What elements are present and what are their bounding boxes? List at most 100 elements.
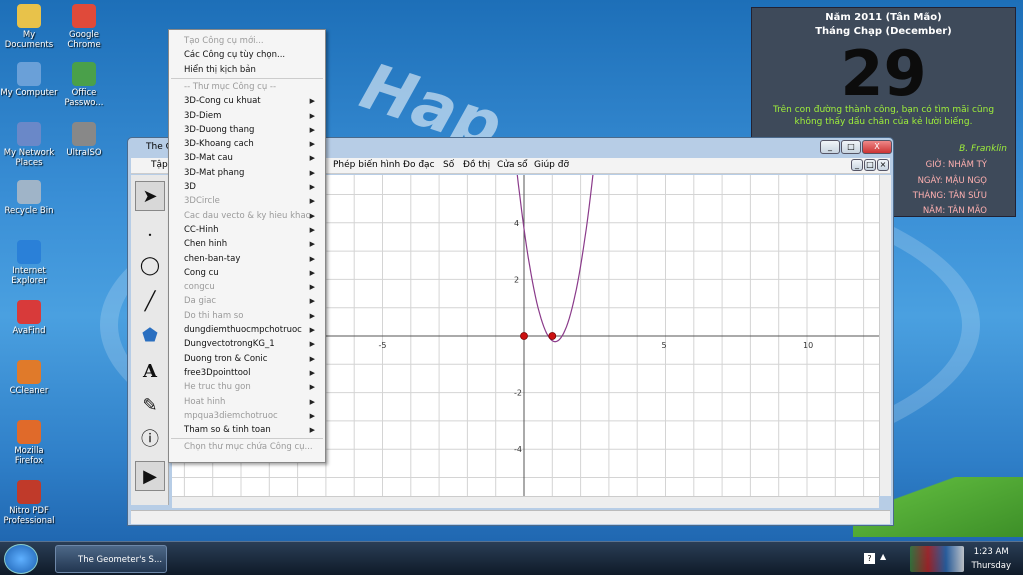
desktop-icon[interactable]: My Network Places: [0, 122, 58, 168]
submenu-arrow-icon: ▶: [309, 183, 315, 191]
menu-separator: [171, 77, 323, 79]
menu-item[interactable]: 3D-Mat cau ▶: [184, 151, 319, 165]
y-tick-label: 4: [514, 219, 519, 228]
menu-item[interactable]: Cong cu ▶: [184, 266, 319, 280]
menu-item: Chọn thư mục chứa Công cụ...: [184, 442, 313, 453]
menu-item[interactable]: Duong tron & Conic ▶: [184, 352, 319, 366]
menu-so[interactable]: Số: [443, 160, 454, 170]
calendar-lunar-year: NĂM: TÂN MÃO: [922, 206, 987, 216]
menu-item[interactable]: chen-ban-tay ▶: [184, 252, 319, 266]
desktop-icon[interactable]: Internet Explorer: [0, 240, 58, 286]
desktop-icon-image: [17, 420, 41, 444]
help-tray-icon[interactable]: ?: [864, 553, 875, 564]
submenu-arrow-icon: ▶: [309, 168, 315, 177]
desktop-icon-image: [17, 300, 41, 324]
menu-item: Hoat hinh ▶: [184, 396, 315, 407]
menu-item[interactable]: Chen hinh ▶: [184, 237, 319, 251]
submenu-arrow-icon: ▶: [309, 197, 315, 206]
doc-restore-button[interactable]: □: [864, 159, 876, 171]
desktop-icon[interactable]: UltraISO: [55, 122, 113, 158]
desktop-icon[interactable]: My Computer: [0, 62, 58, 98]
desktop-icon-label: Mozilla Firefox: [14, 446, 44, 466]
desktop-icon-label: My Network Places: [3, 148, 55, 168]
menu-phep-bien-hinh[interactable]: Phép biến hình: [333, 160, 400, 170]
menu-giup-do[interactable]: Giúp đỡ: [534, 160, 569, 170]
menu-item[interactable]: 3D-Cong cu khuat ▶: [184, 94, 319, 108]
desktop-icon[interactable]: AvaFind: [0, 300, 58, 336]
desktop-icon-image: [17, 62, 41, 86]
tray-expand-icon[interactable]: ▲: [880, 552, 886, 561]
menu-item[interactable]: 3D-Mat phang ▶: [184, 166, 319, 180]
menu-item[interactable]: DungvectotrongKG_1 ▶: [184, 337, 319, 351]
calendar-month: Tháng Chạp (December): [815, 26, 952, 37]
menu-item[interactable]: CC-Hinh ▶: [184, 223, 319, 237]
desktop-icon-image: [17, 180, 41, 204]
polygon-tool-icon[interactable]: ⬟: [135, 321, 165, 351]
submenu-arrow-icon: ▶: [309, 397, 315, 406]
menu-item[interactable]: 3D ▶: [184, 180, 319, 194]
taskbar-task-sketchpad[interactable]: The Geometer's S...: [55, 545, 167, 573]
custom-tools-menu: Tạo Công cụ mới... Các Công cụ tùy chọn..…: [168, 29, 326, 463]
menu-item: mpqua3diemchotruoc ▶: [184, 410, 315, 421]
information-tool-icon[interactable]: ⓘ: [135, 425, 165, 455]
point-tool-icon[interactable]: •: [135, 221, 165, 251]
submenu-arrow-icon: ▶: [309, 283, 315, 292]
desktop-icon-label: Office Passwo...: [64, 88, 104, 108]
menu-item: Do thi ham so ▶: [184, 310, 315, 321]
desktop-icon[interactable]: Mozilla Firefox: [0, 420, 58, 466]
straightedge-tool-icon[interactable]: ╱: [135, 287, 165, 317]
desktop-icon[interactable]: Recycle Bin: [0, 180, 58, 216]
menu-item[interactable]: Tham so & tinh toan ▶: [184, 423, 319, 437]
maximize-button[interactable]: □: [841, 140, 861, 154]
submenu-arrow-icon: ▶: [309, 111, 315, 120]
desktop-icon[interactable]: Google Chrome: [55, 4, 113, 50]
desktop-icon[interactable]: Office Passwo...: [55, 62, 113, 108]
menu-do-dac[interactable]: Đo đạc: [403, 160, 435, 170]
minimize-button[interactable]: _: [820, 140, 840, 154]
submenu-arrow-icon: ▶: [309, 254, 315, 263]
compass-tool-icon[interactable]: ◯: [135, 251, 165, 281]
submenu-arrow-icon: ▶: [309, 268, 315, 277]
doc-minimize-button[interactable]: _: [851, 159, 863, 171]
close-button[interactable]: X: [862, 140, 892, 154]
desktop-icon[interactable]: Nitro PDF Professional: [0, 480, 58, 526]
clock[interactable]: 1:23 AM Thursday: [971, 545, 1011, 573]
menu-item[interactable]: 3D-Duong thang ▶: [184, 123, 319, 137]
menu-item: 3DCircle ▶: [184, 196, 315, 207]
marker-tool-icon[interactable]: ✎: [135, 391, 165, 421]
tray-icons[interactable]: [910, 546, 964, 572]
submenu-arrow-icon: ▶: [309, 211, 315, 220]
menu-cua-so[interactable]: Cửa sổ: [497, 160, 528, 170]
status-bar: [131, 510, 890, 524]
graph-point: [520, 332, 528, 340]
menu-item[interactable]: free3Dpointtool ▶: [184, 366, 319, 380]
doc-close-button[interactable]: ×: [877, 159, 889, 171]
horizontal-scrollbar[interactable]: [172, 496, 879, 508]
desktop-icon[interactable]: CCleaner: [0, 360, 58, 396]
desktop-icon-label: Recycle Bin: [4, 206, 54, 216]
menu-item[interactable]: 3D-Khoang cach ▶: [184, 137, 319, 151]
submenu-arrow-icon: ▶: [309, 311, 315, 320]
desktop-icon-image: [17, 480, 41, 504]
menu-item[interactable]: dungdiemthuocmpchotruoc ▶: [184, 323, 319, 337]
desktop-icon-image: [17, 122, 41, 146]
menu-do-thi[interactable]: Đồ thị: [463, 160, 490, 170]
vertical-scrollbar[interactable]: [879, 175, 891, 496]
menu-separator: [171, 438, 323, 440]
arrow-select-tool-icon[interactable]: ➤: [135, 181, 165, 211]
desktop-icon-image: [72, 122, 96, 146]
desktop-icon[interactable]: My Documents: [0, 4, 58, 50]
desktop-icon-label: My Documents: [4, 30, 54, 50]
start-button[interactable]: [4, 544, 38, 574]
desktop-icon-image: [72, 4, 96, 28]
desktop-icon-image: [17, 360, 41, 384]
text-tool-icon[interactable]: A: [135, 357, 165, 387]
menu-item[interactable]: 3D-Diem ▶: [184, 109, 319, 123]
submenu-arrow-icon: ▶: [309, 326, 315, 334]
menu-item[interactable]: Hiển thị kịch bản: [184, 63, 319, 77]
calendar-lunar-day: NGÀY: MẬU NGỌ: [917, 176, 987, 186]
custom-tool-icon[interactable]: ▶: [135, 461, 165, 491]
submenu-arrow-icon: ▶: [309, 225, 315, 234]
menu-item[interactable]: Các Công cụ tùy chọn...: [184, 48, 319, 62]
menu-tap[interactable]: Tập: [151, 160, 168, 170]
